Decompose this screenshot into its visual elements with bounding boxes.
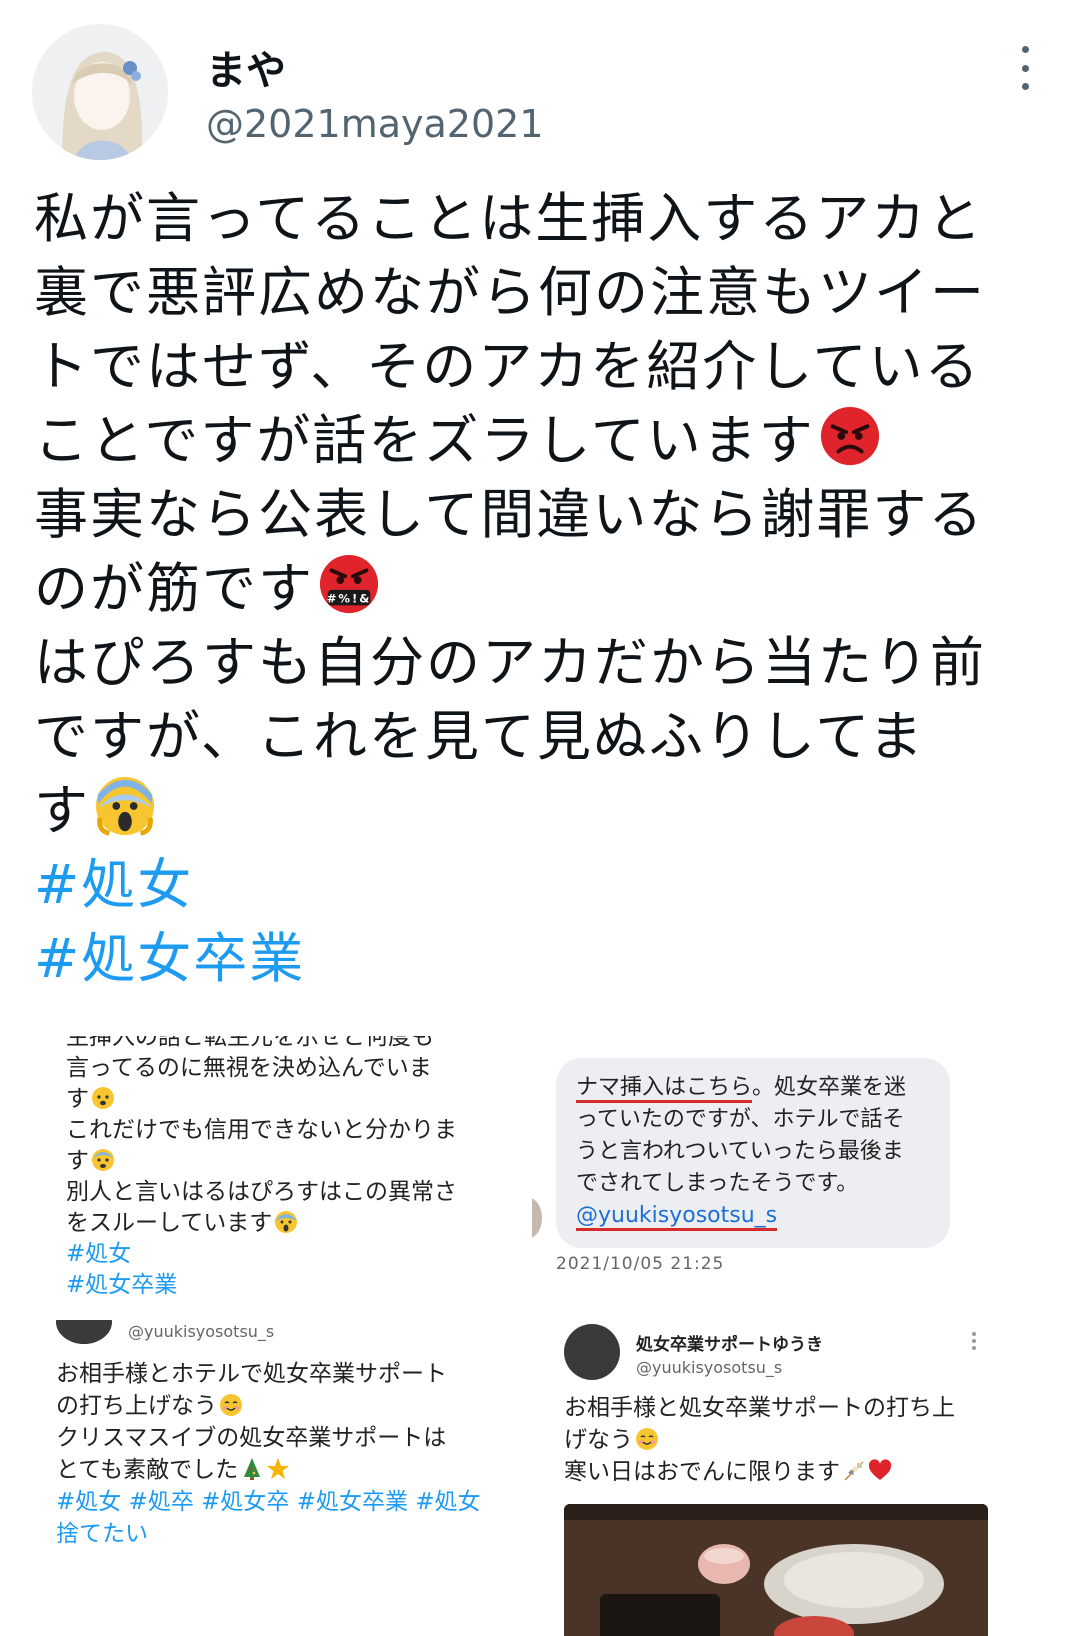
hashtag-link[interactable]: #処女卒業 <box>34 922 1044 996</box>
tweet-line-with-emoji: のが筋です #%!& <box>34 552 1044 626</box>
tweet-line: のが筋です <box>34 557 314 620</box>
tweet-line-with-emoji: ことですが話をズラしています <box>34 404 1044 478</box>
screenshot-line: 別人と言いはるはぴろすはこの異常さ <box>66 1179 457 1205</box>
media-image-1[interactable]: 生挿入の話と転生元を示せと何度も 言ってるのに無視を決め込んでいま す これだけ… <box>32 1036 510 1298</box>
screenshot-line: 生挿入の話と転生元を示せと何度も <box>66 1036 434 1050</box>
angry-face-icon <box>820 406 879 466</box>
hashtag-link: #処女卒業 <box>66 1272 178 1298</box>
underlined-phrase: ナマ挿入はこちら <box>576 1075 753 1103</box>
screenshot-line: 言ってるのに無視を決め込んでいま <box>66 1055 432 1081</box>
screenshot-line: 寒い日はおでんに限ります <box>564 1459 840 1485</box>
bubble-line: っていたのですが、ホテルで話そ <box>576 1107 905 1132</box>
cursing-face-icon: #%!& <box>319 554 379 614</box>
user-handle[interactable]: @2021maya2021 <box>206 102 544 146</box>
screenshot-line: をスルーしています <box>66 1210 273 1236</box>
screenshot-line: これだけでも信用できないと分かりま <box>66 1117 457 1143</box>
food-photo <box>564 1504 988 1636</box>
mention-link: @yuukisyosotsu_s <box>576 1203 778 1231</box>
screenshot-line-with-emoji: す <box>66 1146 457 1177</box>
bubble-line: ナマ挿入はこちら。処女卒業を迷 <box>576 1072 930 1104</box>
media-image-2[interactable]: ナマ挿入はこちら。処女卒業を迷 っていたのですが、ホテルで話そ うと言われついて… <box>532 1036 1012 1298</box>
screenshot-text: 生挿入の話と転生元を示せと何度も 言ってるのに無視を決め込んでいま す これだけ… <box>66 1036 457 1298</box>
tweet-line: 事実なら公表して間違いなら謝罪する <box>34 483 985 546</box>
screenshot-line-with-emoji: の打ち上げなう <box>56 1390 481 1422</box>
tweet-line: 裏で悪評広めながら何の注意もツイー <box>34 261 986 324</box>
sub-handle: @yuukisyosotsu_s <box>128 1322 275 1341</box>
screenshot-line: クリスマスイブの処女卒業サポートは <box>56 1425 447 1451</box>
screenshot-line-with-emoji: をスルーしています <box>66 1208 457 1239</box>
media-image-4[interactable]: 処女卒業サポートゆうき @yuukisyosotsu_s お相手様と処女卒業サポ… <box>532 1320 1012 1636</box>
bubble-mention-line: @yuukisyosotsu_s <box>576 1200 930 1232</box>
more-options-icon <box>972 1332 976 1350</box>
hashtag-link[interactable]: #処女 <box>34 848 1044 922</box>
bubble-line-rest: 。処女卒業を迷 <box>752 1075 907 1100</box>
tweet-line: トではせず、そのアカを紹介している <box>34 335 981 398</box>
media-image-3[interactable]: @yuukisyosotsu_s お相手様とホテルで処女卒業サポート の打ち上げ… <box>32 1320 510 1636</box>
tweet-line: 私が言ってることは生挿入するアカと <box>34 187 984 250</box>
food-photo-illustration <box>564 1504 988 1636</box>
screenshot-line: げなう <box>564 1427 633 1453</box>
screenshot-line: す <box>66 1086 89 1112</box>
tweet-line-with-emoji: す <box>34 774 1044 848</box>
christmas-tree-icon <box>244 1458 261 1480</box>
avatar[interactable] <box>32 24 168 160</box>
tweet-line: はぴろすも自分のアカだから当たり前 <box>34 631 986 694</box>
smiling-face-icon <box>220 1394 242 1416</box>
screenshot-line-with-emoji: げなう <box>564 1424 955 1456</box>
message-bubble: ナマ挿入はこちら。処女卒業を迷 っていたのですが、ホテルで話そ うと言われついて… <box>556 1058 950 1248</box>
screenshot-text: お相手様と処女卒業サポートの打ち上 げなう 寒い日はおでんに限ります <box>564 1392 955 1488</box>
worried-face-icon <box>92 1087 114 1109</box>
avatar-illustration <box>32 24 168 160</box>
screenshot-line: お相手様と処女卒業サポートの打ち上 <box>564 1395 955 1421</box>
sub-handle: @yuukisyosotsu_s <box>636 1358 783 1377</box>
screaming-face-icon <box>95 776 155 836</box>
screenshot-line: の打ち上げなう <box>56 1393 217 1419</box>
oden-icon <box>844 1461 864 1481</box>
anxious-sweat-face-icon <box>92 1149 114 1171</box>
sub-avatar <box>56 1320 112 1344</box>
sub-avatar <box>564 1324 620 1380</box>
message-timestamp: 2021/10/05 21:25 <box>556 1254 725 1274</box>
star-icon <box>267 1458 290 1479</box>
screenshot-line-with-emoji: とても素敵でした <box>56 1454 481 1486</box>
hashtag-row: 捨てたい <box>56 1521 148 1547</box>
svg-text:#%!&: #%!& <box>327 591 372 605</box>
heart-icon <box>868 1459 892 1480</box>
hashtag-link: #処女 <box>66 1241 132 1267</box>
more-options-icon[interactable] <box>1010 46 1040 90</box>
tweet-line: ですが、これを見て見ぬふりしてま <box>34 705 925 768</box>
screenshot-text: お相手様とホテルで処女卒業サポート の打ち上げなう クリスマスイブの処女卒業サポ… <box>56 1358 481 1550</box>
sub-display-name: 処女卒業サポートゆうき <box>636 1335 823 1355</box>
screenshot-line-with-emoji: す <box>66 1084 457 1115</box>
display-name[interactable]: まや <box>206 38 286 96</box>
screenshot-line: お相手様とホテルで処女卒業サポート <box>56 1361 447 1387</box>
screenshot-line: す <box>66 1148 89 1174</box>
screenshot-line-with-emoji: 寒い日はおでんに限ります <box>564 1456 955 1488</box>
media-grid[interactable]: 生挿入の話と転生元を示せと何度も 言ってるのに無視を決め込んでいま す これだけ… <box>32 1036 1012 1636</box>
screaming-face-icon <box>275 1211 298 1233</box>
hashtag-row: #処女 #処卒 #処女卒 #処女卒業 #処女 <box>56 1489 481 1515</box>
bubble-line: でされてしまったそうです。 <box>576 1171 859 1196</box>
smiling-face-icon <box>636 1428 658 1450</box>
tweet-line: す <box>34 779 90 842</box>
bubble-line: うと言われついていったら最後ま <box>576 1139 904 1164</box>
tweet-line: ことですが話をズラしています <box>34 409 815 472</box>
tweet-text: 私が言ってることは生挿入するアカと 裏で悪評広めながら何の注意もツイー トではせ… <box>34 182 1044 996</box>
partial-avatar <box>532 1198 542 1238</box>
screenshot-line: とても素敵でした <box>56 1457 239 1483</box>
